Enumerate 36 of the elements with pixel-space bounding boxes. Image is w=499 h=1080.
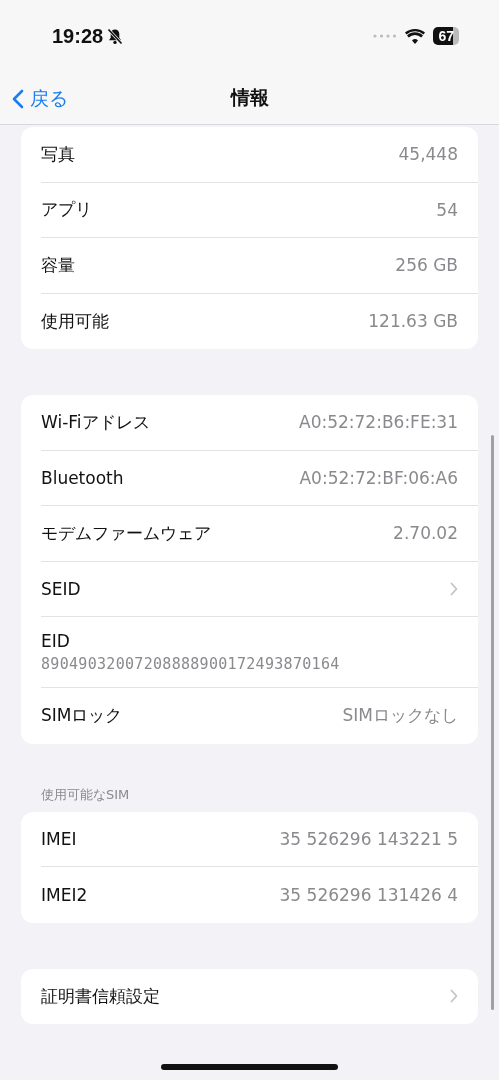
row-label: EID xyxy=(41,631,70,651)
row-label: 写真 xyxy=(41,142,75,166)
back-chevron-icon xyxy=(12,89,24,109)
row-label: SIMロック xyxy=(41,704,123,728)
row-value: 2.70.02 xyxy=(393,523,458,544)
row-value: 256 GB xyxy=(395,255,458,276)
row-value: SIMロックなし xyxy=(342,704,458,728)
wifi-icon xyxy=(405,28,426,44)
back-button[interactable]: 戻る xyxy=(12,86,68,112)
list-row[interactable]: 証明書信頼設定 xyxy=(41,968,478,1024)
row-label: Bluetooth xyxy=(41,467,124,488)
row-value: 45,448 xyxy=(398,144,458,165)
chevron-icon xyxy=(450,581,458,596)
row-value: A0:52:72:BF:06:A6 xyxy=(299,467,458,488)
row-label: IMEI xyxy=(41,828,77,849)
list-row[interactable]: SEID xyxy=(41,561,478,617)
silent-bell-icon xyxy=(107,27,124,45)
row-label: モデムファームウェア xyxy=(41,521,211,545)
row-label: アプリ xyxy=(41,198,92,222)
status-time: 19:28 xyxy=(52,24,104,48)
row-value: 35 526296 143221 5 xyxy=(279,828,458,849)
row-value: 35 526296 131426 4 xyxy=(279,884,458,905)
chevron-icon xyxy=(450,989,458,1004)
section-header: 使用可能なSIM xyxy=(40,785,131,804)
row-value: A0:52:72:B6:FE:31 xyxy=(299,412,458,433)
row-label: 使用可能 xyxy=(41,309,109,333)
row-label: SEID xyxy=(41,578,81,599)
row-value: 89049032007208888900172493870164 xyxy=(41,655,340,673)
page-title: 情報 xyxy=(230,85,269,110)
row-label: 証明書信頼設定 xyxy=(41,984,160,1008)
signal-dots-icon xyxy=(373,34,398,38)
row-value: 54 xyxy=(436,199,458,220)
row-label: IMEI2 xyxy=(41,884,88,905)
row-label: Wi-Fiアドレス xyxy=(41,410,150,434)
row-label: 容量 xyxy=(41,253,75,277)
row-value: 121.63 GB xyxy=(368,311,458,332)
